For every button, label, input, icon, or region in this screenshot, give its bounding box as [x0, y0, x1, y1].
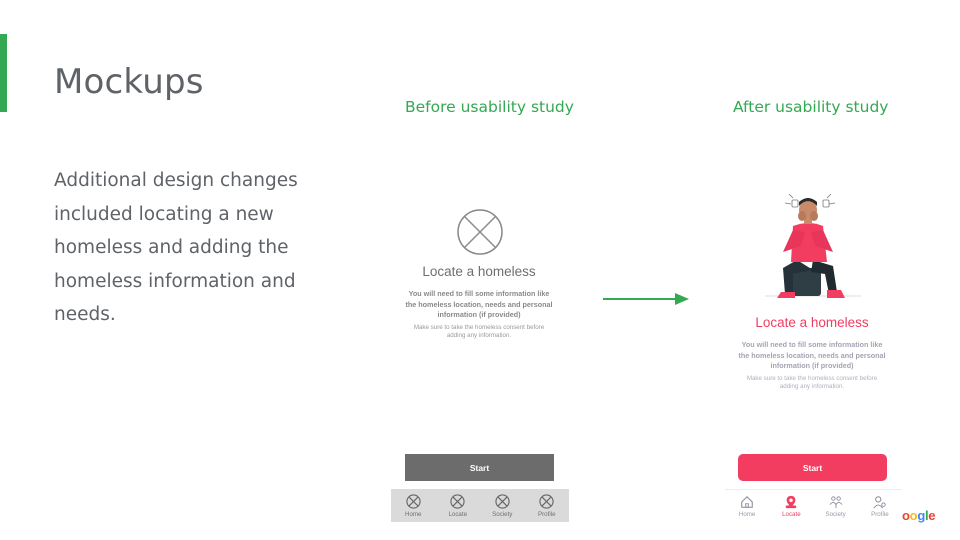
- nav-label: Profile: [871, 511, 889, 518]
- before-start-button[interactable]: Start: [405, 454, 554, 481]
- after-bottom-nav: Home Locate Society Profile: [725, 489, 902, 523]
- before-nav-profile[interactable]: Profile: [528, 493, 566, 518]
- before-note: Make sure to take the homeless consent b…: [413, 323, 545, 340]
- after-nav-society[interactable]: Society: [817, 495, 855, 518]
- accent-bar: [0, 34, 7, 112]
- after-title: Locate a homeless: [755, 315, 869, 330]
- before-label: Before usability study: [405, 98, 574, 116]
- nav-label: Home: [404, 510, 422, 518]
- image-placeholder-icon: [457, 209, 503, 255]
- nav-label: Home: [738, 511, 756, 518]
- placeholder-icon: [539, 493, 554, 509]
- nav-label: Society: [825, 511, 846, 518]
- before-mockup: Locate a homeless You will need to fill …: [397, 264, 561, 341]
- before-nav-home[interactable]: Home: [394, 493, 432, 518]
- nav-label: Locate: [782, 511, 801, 518]
- brand-logo-fragment: oogle: [902, 508, 936, 523]
- slide-title: Mockups: [54, 62, 204, 102]
- after-start-button[interactable]: Start: [738, 454, 887, 481]
- stressed-person-illustration: [765, 193, 861, 298]
- home-icon: [741, 496, 753, 508]
- before-title: Locate a homeless: [422, 264, 536, 279]
- before-nav-locate[interactable]: Locate: [439, 493, 477, 518]
- before-nav-society[interactable]: Society: [483, 493, 521, 518]
- nav-label: Profile: [537, 510, 556, 518]
- after-mockup: Locate a homeless You will need to fill …: [730, 315, 894, 392]
- locate-icon: [786, 495, 797, 509]
- nav-label: Locate: [448, 510, 468, 518]
- after-nav-home[interactable]: Home: [728, 495, 766, 518]
- slide-description: Additional design changes included locat…: [54, 170, 298, 325]
- placeholder-icon: [495, 493, 510, 509]
- placeholder-icon: [406, 493, 421, 509]
- nav-label: Society: [492, 510, 513, 518]
- society-icon: [829, 496, 843, 509]
- after-note: Make sure to take the homeless consent b…: [746, 374, 878, 391]
- profile-icon: [873, 496, 886, 509]
- placeholder-icon: [450, 493, 465, 509]
- after-label: After usability study: [733, 98, 889, 116]
- before-body: You will need to fill some information l…: [405, 289, 553, 319]
- after-body: You will need to fill some information l…: [738, 340, 886, 370]
- after-nav-locate[interactable]: Locate: [772, 495, 810, 518]
- right-arrow-icon: [603, 293, 689, 305]
- before-bottom-nav: Home Locate Society Profile: [391, 489, 569, 522]
- after-nav-profile[interactable]: Profile: [861, 495, 899, 518]
